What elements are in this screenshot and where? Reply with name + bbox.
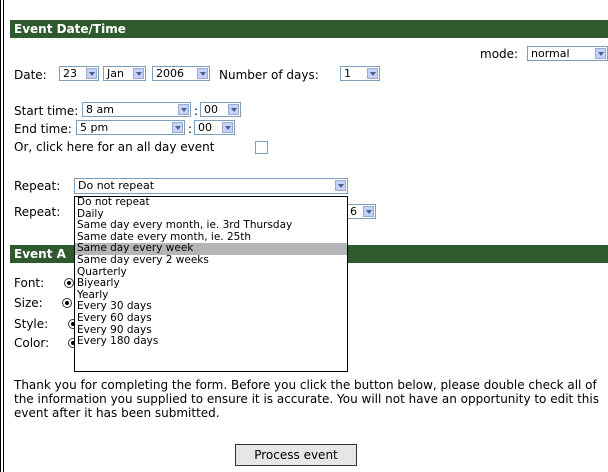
year-select[interactable]: 2006 — [152, 66, 210, 81]
chevron-down-icon — [222, 122, 233, 133]
end-hour-value: 5 pm — [80, 121, 109, 134]
chevron-down-icon — [335, 180, 346, 191]
start-hour-value: 8 am — [86, 103, 114, 116]
repeat2-value: 6 — [350, 205, 357, 218]
chevron-down-icon — [197, 68, 208, 79]
month-select[interactable]: Jan — [103, 66, 146, 81]
font-label: Font: — [14, 276, 45, 290]
chevron-down-icon — [595, 48, 606, 59]
size-label: Size: — [14, 296, 43, 310]
section-title: Event Date/Time — [14, 22, 126, 36]
mode-value: normal — [531, 47, 570, 60]
chevron-down-icon — [172, 122, 183, 133]
chevron-down-icon — [178, 104, 189, 115]
chevron-down-icon — [363, 206, 374, 217]
allday-checkbox[interactable] — [255, 141, 268, 154]
start-time-label: Start time: — [14, 104, 79, 118]
start-min-select[interactable]: 00 — [200, 102, 241, 117]
allday-label: Or, click here for an all day event — [14, 140, 215, 154]
date-label: Date: — [14, 68, 47, 82]
days-label: Number of days: — [219, 68, 319, 82]
chevron-down-icon — [133, 68, 144, 79]
repeat-label: Repeat: — [14, 179, 61, 193]
start-hour-select[interactable]: 8 am — [82, 102, 191, 117]
size-radio[interactable] — [62, 298, 72, 308]
section-header-event-datetime: Event Date/Time — [10, 20, 608, 38]
days-select[interactable]: 1 — [340, 66, 380, 81]
day-value: 23 — [63, 67, 77, 80]
chevron-down-icon — [228, 104, 239, 115]
start-sep: : — [194, 104, 199, 118]
end-time-label: End time: — [14, 122, 72, 136]
day-select[interactable]: 23 — [59, 66, 99, 81]
mode-select[interactable]: normal — [527, 46, 608, 61]
font-radio[interactable] — [64, 278, 74, 288]
submit-notice: Thank you for completing the form. Befor… — [14, 378, 599, 420]
repeat2-label: Repeat: — [14, 205, 61, 219]
repeat-option[interactable]: Every 180 days — [75, 336, 347, 348]
repeat-dropdown-list[interactable]: Do not repeat Daily Same day every month… — [74, 196, 348, 372]
mode-label: mode: — [480, 47, 519, 61]
repeat-option[interactable]: Same day every 2 weeks — [75, 254, 347, 267]
end-min-select[interactable]: 00 — [194, 120, 235, 135]
end-min-value: 00 — [198, 121, 212, 134]
repeat2-select[interactable]: 6 — [346, 204, 376, 219]
repeat-option[interactable]: Do not repeat — [75, 196, 347, 209]
repeat-option[interactable]: Every 60 days — [75, 312, 347, 325]
style-label: Style: — [14, 317, 49, 331]
color-label: Color: — [14, 336, 50, 350]
left-border — [0, 0, 4, 472]
year-value: 2006 — [156, 67, 184, 80]
month-value: Jan — [107, 67, 124, 80]
end-hour-select[interactable]: 5 pm — [76, 120, 185, 135]
chevron-down-icon — [367, 68, 378, 79]
start-min-value: 00 — [204, 103, 218, 116]
repeat-option[interactable]: Biyearly — [75, 278, 347, 290]
process-event-button[interactable]: Process event — [235, 444, 357, 466]
repeat-select[interactable]: Do not repeat — [74, 178, 348, 194]
days-value: 1 — [344, 67, 351, 80]
section2-title: Event A — [14, 247, 66, 261]
repeat-value: Do not repeat — [78, 179, 155, 192]
end-sep: : — [188, 122, 193, 136]
chevron-down-icon — [86, 68, 97, 79]
